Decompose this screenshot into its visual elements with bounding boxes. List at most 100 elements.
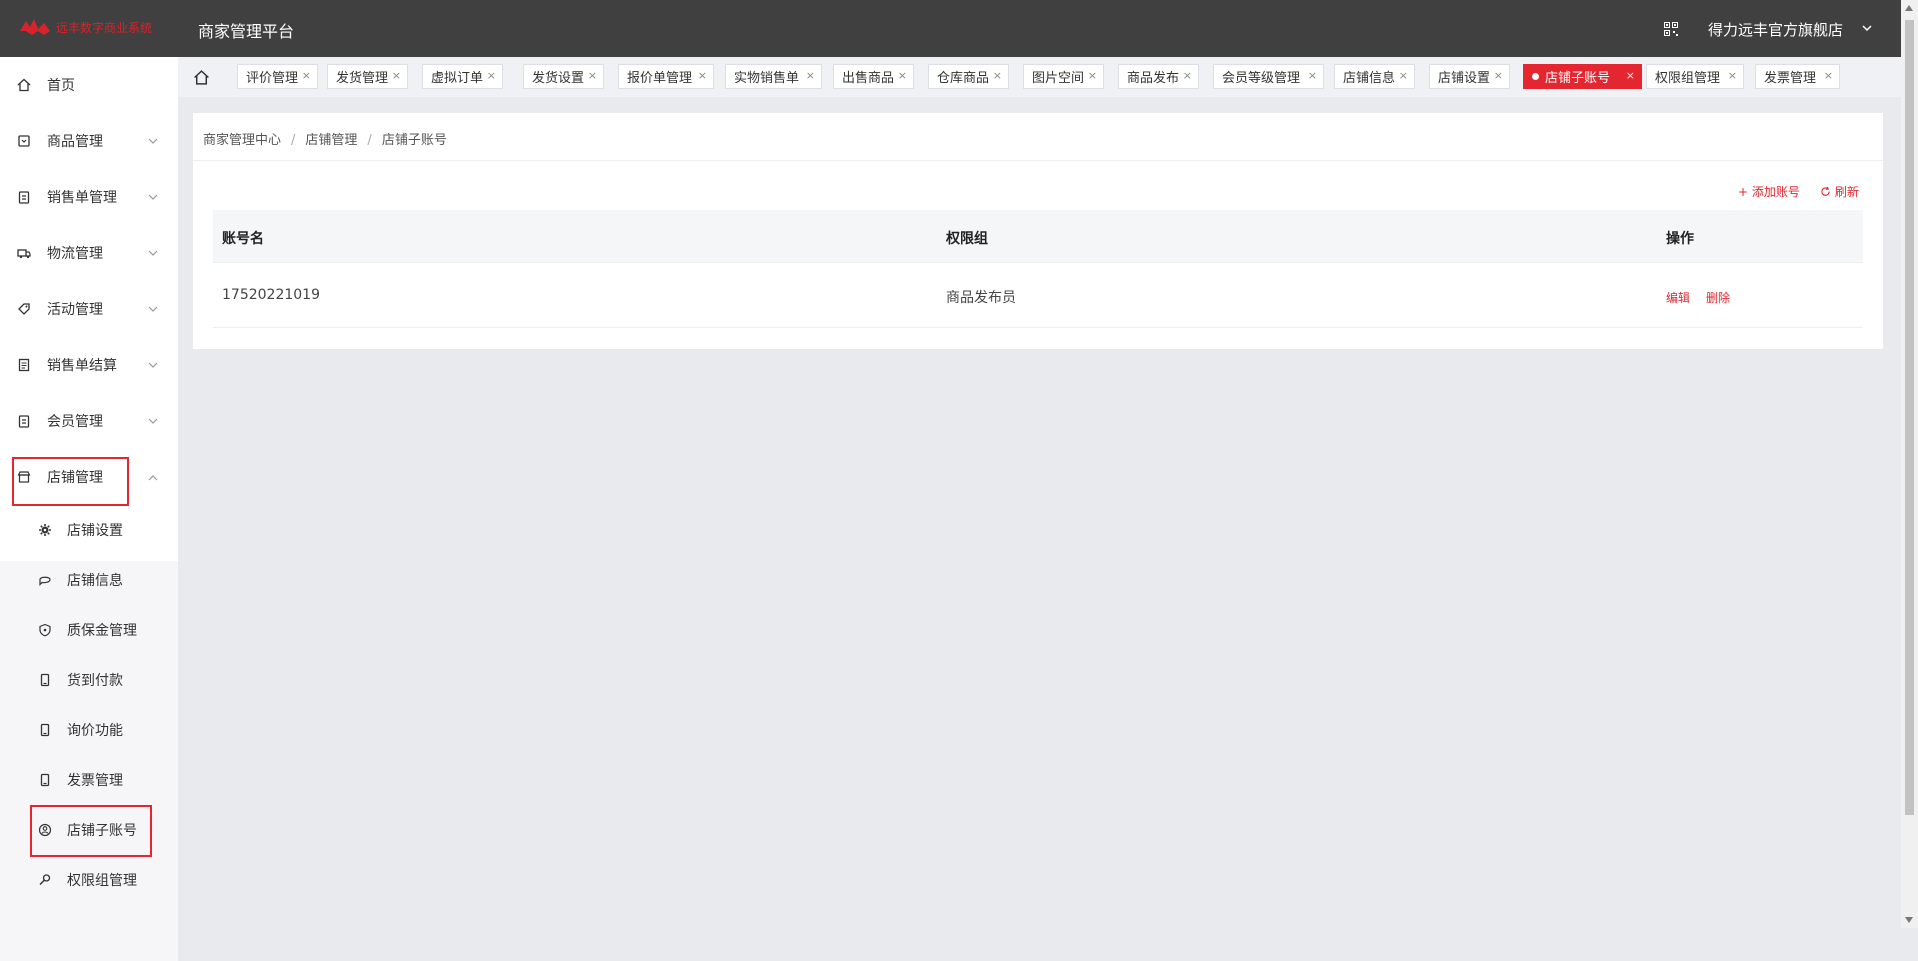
sidebar-subitem-permission-groups[interactable]: 权限组管理 [0, 855, 178, 905]
highlight-store-menu [12, 457, 129, 506]
sidebar-item-label: 物流管理 [47, 246, 103, 262]
home-tab[interactable] [189, 65, 213, 89]
sidebar-item-goods[interactable]: 商品管理 [0, 113, 178, 169]
phone-icon [40, 773, 50, 787]
clipboard-icon [18, 415, 30, 428]
sidebar-item-sales-orders[interactable]: 销售单管理 [0, 169, 178, 225]
tab-close-icon[interactable]: × [1626, 69, 1635, 82]
add-account-button[interactable]: + 添加账号 [1738, 183, 1800, 200]
shield-icon [39, 623, 51, 637]
sidebar-subitem-label: 权限组管理 [67, 873, 137, 889]
tab-invoice[interactable]: 发票管理 × [1755, 64, 1840, 89]
brand-logo[interactable]: 远丰数字商业系统 [18, 14, 174, 40]
tab-label: 商品发布 [1127, 71, 1180, 86]
tab-goods-publish[interactable]: 商品发布 × [1118, 64, 1199, 89]
tab-close-icon[interactable]: × [1183, 69, 1192, 82]
tab-warehouse-goods[interactable]: 仓库商品 × [928, 64, 1009, 89]
sidebar-subitem-store-info[interactable]: 店铺信息 [0, 555, 178, 605]
tab-close-icon[interactable]: × [302, 69, 311, 82]
tag-icon [18, 303, 30, 315]
breadcrumb-item[interactable]: 店铺管理 [305, 133, 357, 148]
brand-logo-icon [20, 19, 50, 35]
tab-label: 图片空间 [1032, 71, 1085, 86]
tab-close-icon[interactable]: × [487, 69, 496, 82]
tab-label: 实物销售单 [734, 71, 800, 86]
key-icon [39, 874, 51, 886]
tab-image-space[interactable]: 图片空间 × [1023, 64, 1104, 89]
table-header: 账号名 权限组 操作 [213, 210, 1863, 263]
tab-store-settings[interactable]: 店铺设置 × [1429, 64, 1510, 89]
breadcrumb-item: 店铺子账号 [381, 133, 447, 148]
sidebar-subitem-deposit[interactable]: 质保金管理 [0, 605, 178, 655]
sidebar-subitem-inquiry[interactable]: 询价功能 [0, 705, 178, 755]
tab-close-icon[interactable]: × [1728, 69, 1737, 82]
sidebar-subitem-label: 店铺信息 [67, 573, 123, 589]
sidebar-item-members[interactable]: 会员管理 [0, 393, 178, 449]
tab-close-icon[interactable]: × [806, 69, 815, 82]
sidebar-subitem-label: 质保金管理 [67, 623, 137, 639]
tab-close-icon[interactable]: × [993, 69, 1002, 82]
shop-name[interactable]: 得力远丰官方旗舰店 [1708, 19, 1843, 40]
active-dot-icon [1532, 73, 1539, 80]
qrcode-icon[interactable] [1664, 22, 1678, 36]
tab-close-icon[interactable]: × [898, 69, 907, 82]
tab-virtual-orders[interactable]: 虚拟订单 × [422, 64, 503, 89]
page-scrollbar[interactable] [1901, 0, 1918, 928]
tab-close-icon[interactable]: × [698, 69, 707, 82]
sidebar-item-label: 商品管理 [47, 134, 103, 150]
chat-icon [39, 576, 51, 586]
sidebar-item-home[interactable]: 首页 [0, 57, 178, 113]
tab-sub-accounts[interactable]: 店铺子账号 × [1523, 64, 1642, 89]
tab-shipping[interactable]: 发货管理 × [327, 64, 408, 89]
breadcrumb-separator: / [291, 133, 296, 148]
tab-close-icon[interactable]: × [1824, 69, 1833, 82]
breadcrumb-item[interactable]: 商家管理中心 [203, 133, 281, 148]
tab-permission-groups[interactable]: 权限组管理 × [1646, 64, 1744, 89]
chevron-down-icon [148, 250, 158, 256]
tab-selling-goods[interactable]: 出售商品 × [833, 64, 914, 89]
scroll-up-icon[interactable] [1905, 5, 1913, 11]
sidebar-subitem-store-settings[interactable]: 店铺设置 [0, 505, 178, 555]
sidebar-item-activities[interactable]: 活动管理 [0, 281, 178, 337]
sidebar-subitem-invoice[interactable]: 发票管理 [0, 755, 178, 805]
tab-close-icon[interactable]: × [588, 69, 597, 82]
sidebar-item-label: 首页 [47, 78, 75, 94]
tab-close-icon[interactable]: × [1308, 69, 1317, 82]
delete-button[interactable]: 删除 [1706, 289, 1730, 306]
tab-close-icon[interactable]: × [392, 69, 401, 82]
sidebar-item-label: 会员管理 [47, 414, 103, 430]
content-panel: 商家管理中心 / 店铺管理 / 店铺子账号 + 添加账号 刷新 账号名 权限组 操作 1… [193, 113, 1883, 349]
tab-label: 报价单管理 [627, 71, 693, 86]
document-icon [18, 358, 30, 372]
chevron-down-icon[interactable] [1862, 25, 1872, 32]
sidebar-item-settlement[interactable]: 销售单结算 [0, 337, 178, 393]
phone-icon [40, 673, 50, 687]
highlight-sub-accounts [30, 805, 152, 857]
tab-quotations[interactable]: 报价单管理 × [618, 64, 714, 89]
scroll-thumb[interactable] [1905, 20, 1914, 815]
sidebar-item-logistics[interactable]: 物流管理 [0, 225, 178, 281]
sidebar-subitem-cod[interactable]: 货到付款 [0, 655, 178, 705]
account-name-cell: 17520221019 [222, 287, 320, 303]
tab-member-levels[interactable]: 会员等级管理 × [1213, 64, 1324, 89]
tab-reviews[interactable]: 评价管理 × [237, 64, 318, 89]
tab-close-icon[interactable]: × [1088, 69, 1097, 82]
tab-label: 评价管理 [246, 71, 299, 86]
edit-button[interactable]: 编辑 [1666, 289, 1690, 306]
refresh-button[interactable]: 刷新 [1820, 183, 1859, 200]
tab-shipping-settings[interactable]: 发货设置 × [523, 64, 604, 89]
tab-physical-sales[interactable]: 实物销售单 × [725, 64, 822, 89]
chevron-up-icon [148, 474, 158, 480]
chevron-down-icon [148, 418, 158, 424]
tab-label: 权限组管理 [1655, 71, 1721, 86]
tab-store-info[interactable]: 店铺信息 × [1334, 64, 1415, 89]
tab-close-icon[interactable]: × [1494, 69, 1503, 82]
chevron-down-icon [148, 194, 158, 200]
tab-close-icon[interactable]: × [1399, 69, 1408, 82]
platform-title: 商家管理平台 [198, 22, 295, 41]
tab-label: 店铺信息 [1343, 71, 1396, 86]
clipboard-icon [18, 191, 30, 204]
sidebar-subitem-label: 发票管理 [67, 773, 123, 789]
scroll-down-icon[interactable] [1905, 917, 1913, 923]
tab-label: 出售商品 [842, 71, 895, 86]
